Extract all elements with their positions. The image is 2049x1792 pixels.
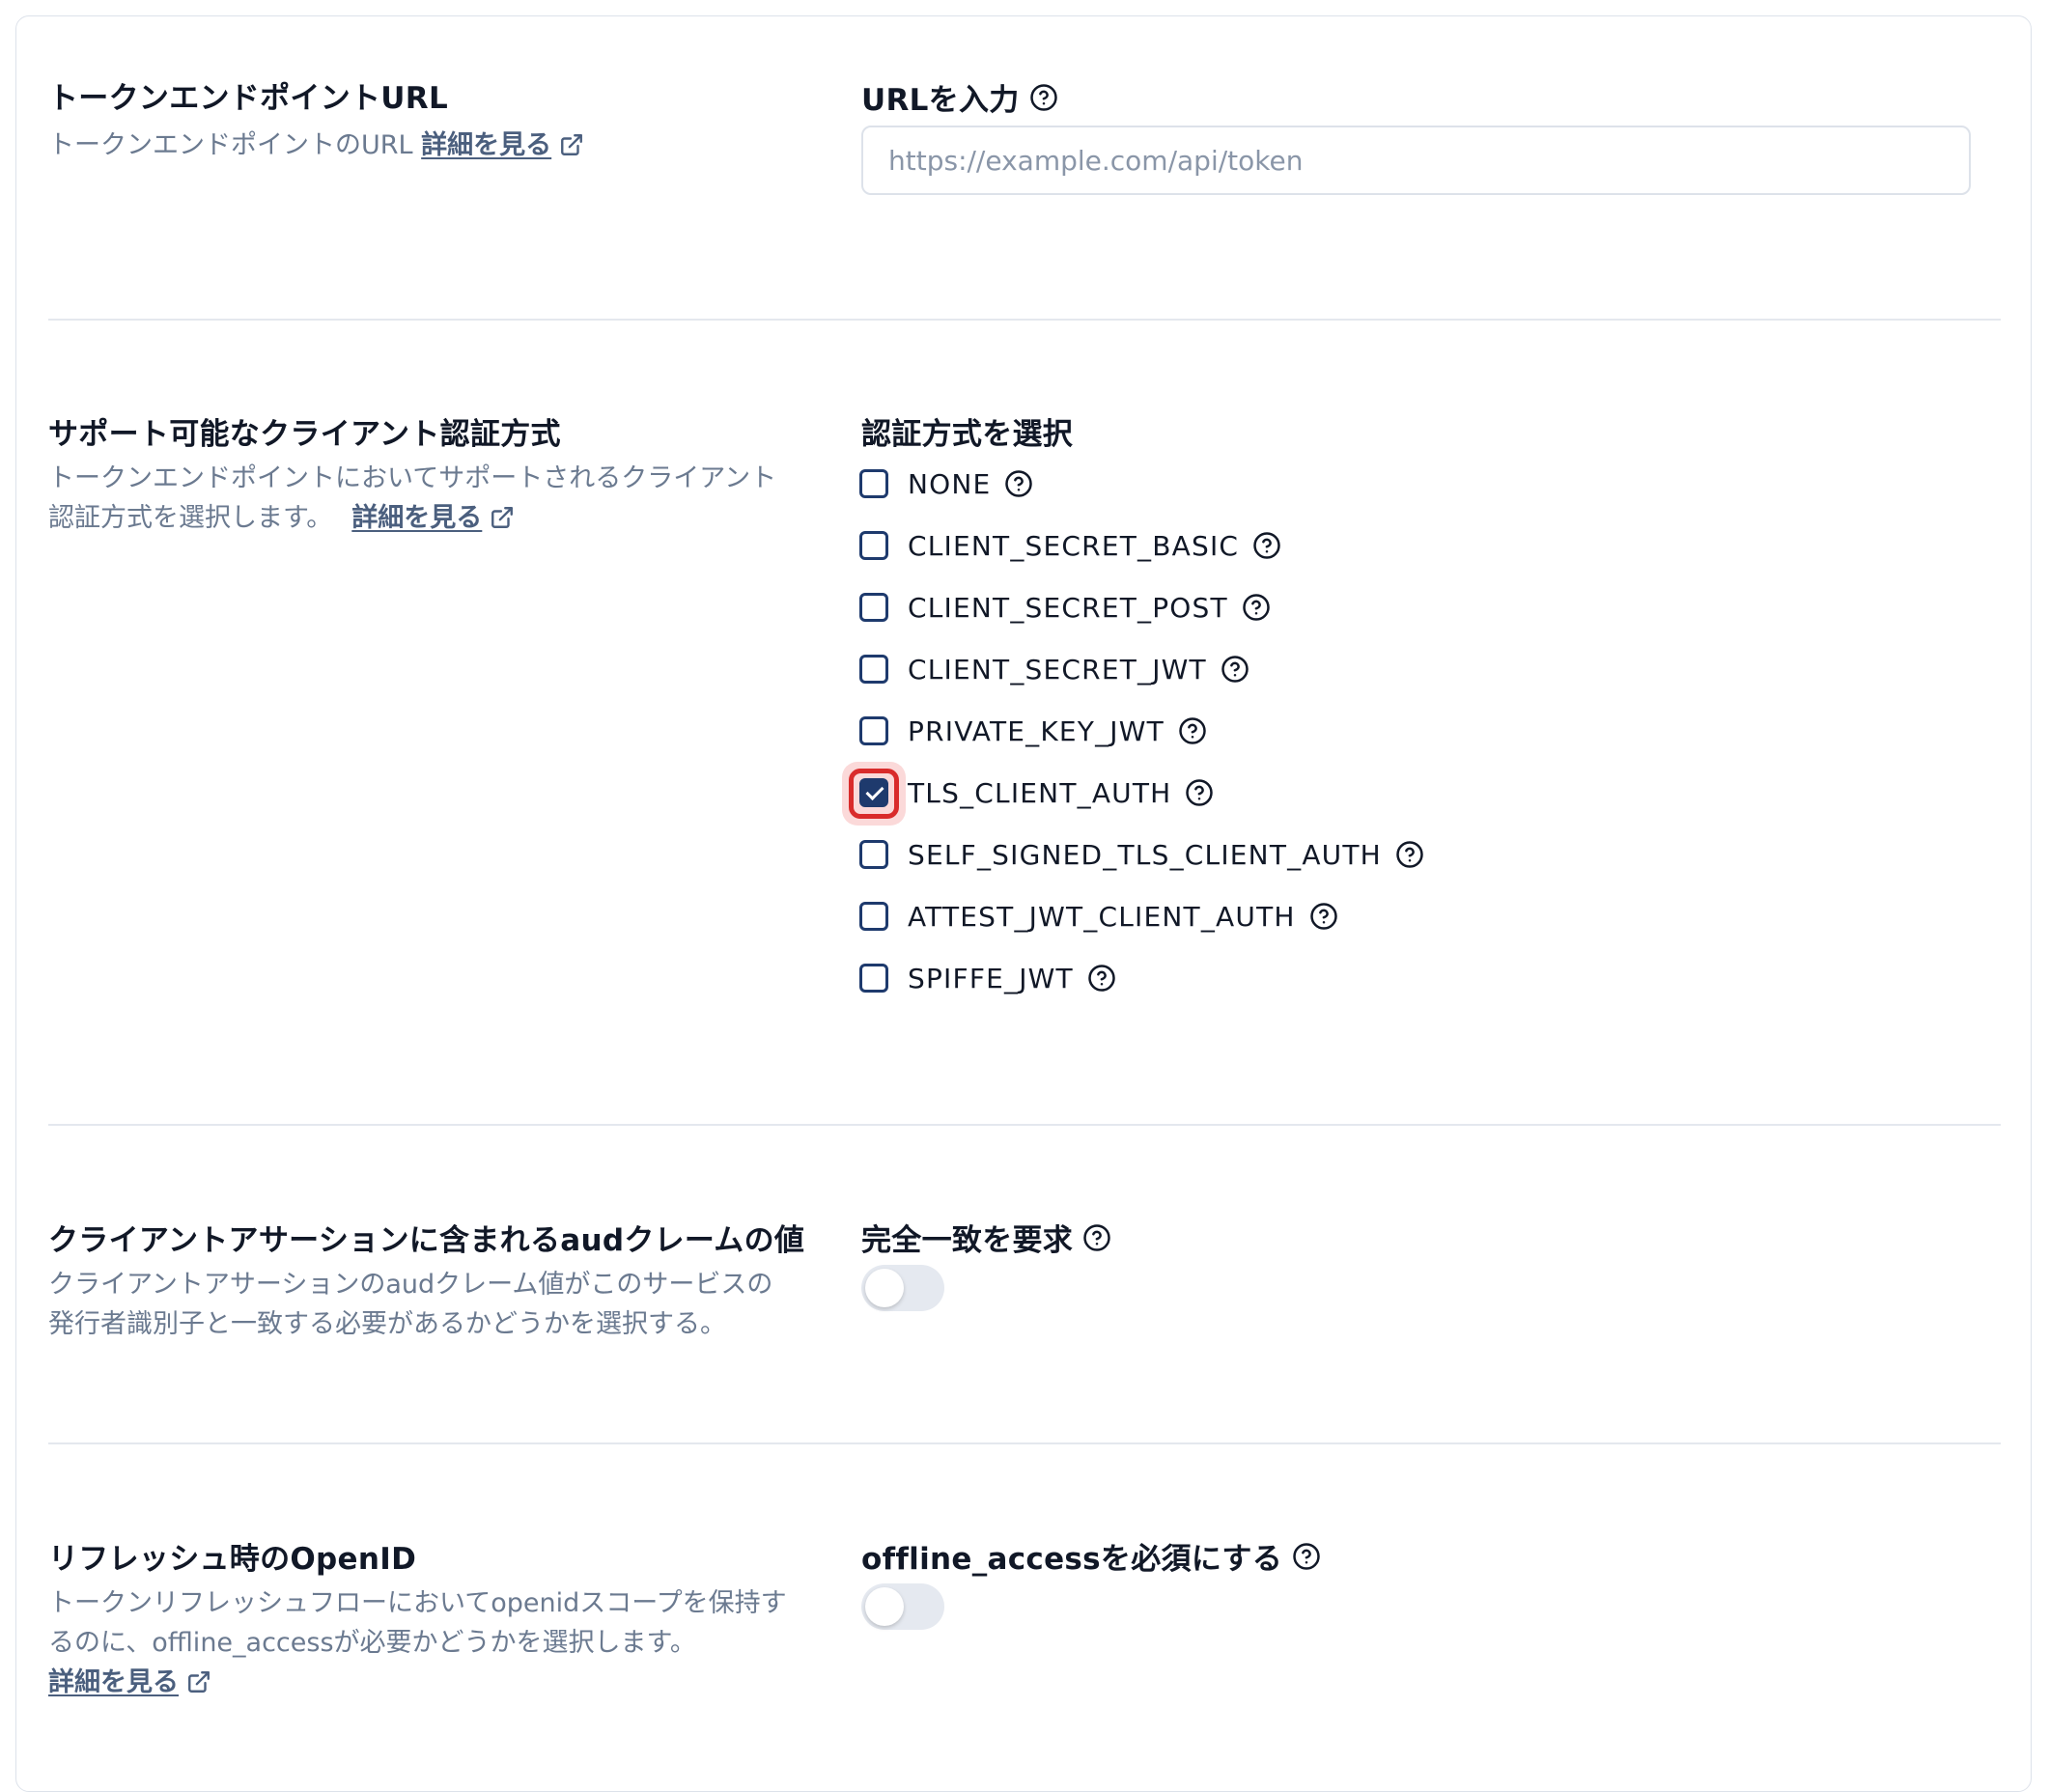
- refresh-openid-learn-more-link[interactable]: 詳細を見る: [48, 1667, 211, 1697]
- section-divider: [48, 319, 2001, 321]
- checkbox-wrapper: [859, 902, 888, 931]
- aud-claim-title: クライアントアサーションに含まれるaudクレームの値: [48, 1223, 805, 1258]
- url-field-label-text: URLを入力: [861, 83, 1020, 118]
- checkbox[interactable]: [859, 964, 888, 993]
- auth-methods-title: サポート可能なクライアント認証方式: [48, 417, 561, 452]
- refresh-openid-description: トークンリフレッシュフローにおいてopenidスコープを保持す るのに、offl…: [48, 1583, 821, 1702]
- auth-method-option-self-signed-tls-client-auth[interactable]: SELF_SIGNED_TLS_CLIENT_AUTH: [859, 835, 1424, 874]
- checkbox[interactable]: [859, 655, 888, 684]
- checkbox-wrapper: [859, 964, 888, 993]
- offline-access-toggle[interactable]: [861, 1583, 944, 1630]
- offline-access-field-label-text: offline_accessを必須にする: [861, 1542, 1283, 1577]
- toggle-knob: [865, 1587, 904, 1626]
- auth-method-option-client-secret-jwt[interactable]: CLIENT_SECRET_JWT: [859, 650, 1249, 688]
- question-circle-icon[interactable]: [1395, 840, 1424, 869]
- auth-methods-description-line2: 認証方式を選択します。: [48, 503, 333, 533]
- checkbox[interactable]: [859, 469, 888, 498]
- question-circle-icon[interactable]: [1292, 1542, 1321, 1571]
- learn-more-label: 詳細を見る: [48, 1667, 179, 1697]
- checkbox[interactable]: [859, 531, 888, 560]
- section-divider: [48, 1442, 2001, 1444]
- aud-claim-description-line1: クライアントアサーションのaudクレーム値がこのサービスの: [48, 1270, 773, 1300]
- refresh-openid-title: リフレッシュ時のOpenID: [48, 1542, 417, 1577]
- auth-method-option-client-secret-basic[interactable]: CLIENT_SECRET_BASIC: [859, 526, 1281, 565]
- checkbox-wrapper: [842, 762, 906, 826]
- question-circle-icon[interactable]: [1004, 469, 1033, 498]
- checkbox-label: PRIVATE_KEY_JWT: [908, 714, 1165, 747]
- checkbox-wrapper: [859, 655, 888, 684]
- question-circle-icon[interactable]: [1242, 593, 1271, 622]
- checkbox-wrapper: [859, 593, 888, 622]
- auth-methods-description-line1: トークンエンドポイントにおいてサポートされるクライアント: [48, 463, 777, 493]
- learn-more-label: 詳細を見る: [351, 503, 483, 533]
- auth-method-option-client-secret-post[interactable]: CLIENT_SECRET_POST: [859, 588, 1271, 627]
- checkbox-label: NONE: [908, 467, 992, 500]
- checkbox-wrapper: [859, 840, 888, 869]
- question-circle-icon[interactable]: [1087, 964, 1116, 993]
- exact-match-field-label: 完全一致を要求: [861, 1216, 1111, 1259]
- auth-methods-description-line2-row: 認証方式を選択します。 詳細を見る: [48, 498, 821, 538]
- token-endpoint-description: トークンエンドポイントのURL 詳細を見る: [48, 126, 821, 165]
- question-circle-icon[interactable]: [1185, 778, 1214, 807]
- checkbox-checked[interactable]: [859, 778, 888, 807]
- question-circle-icon[interactable]: [1029, 83, 1058, 112]
- auth-method-option-attest-jwt-client-auth[interactable]: ATTEST_JWT_CLIENT_AUTH: [859, 897, 1338, 936]
- checkbox[interactable]: [859, 840, 888, 869]
- auth-method-option-private-key-jwt[interactable]: PRIVATE_KEY_JWT: [859, 712, 1207, 750]
- url-field-label: URLを入力: [861, 75, 1058, 119]
- external-link-icon: [490, 505, 515, 530]
- external-link-icon: [186, 1669, 211, 1694]
- auth-methods-field-label: 認証方式を選択: [861, 409, 1073, 453]
- token-endpoint-url-input[interactable]: [861, 126, 1971, 195]
- question-circle-icon[interactable]: [1309, 902, 1338, 931]
- checkbox[interactable]: [859, 716, 888, 745]
- auth-methods-learn-more-link[interactable]: 詳細を見る: [351, 503, 515, 533]
- checkbox[interactable]: [859, 902, 888, 931]
- learn-more-label: 詳細を見る: [421, 130, 552, 160]
- auth-method-option-spiffe-jwt[interactable]: SPIFFE_JWT: [859, 959, 1116, 997]
- refresh-openid-description-line2: るのに、offline_accessが必要かどうかを選択します。: [48, 1628, 696, 1658]
- external-link-icon: [559, 132, 584, 157]
- checkbox-label: CLIENT_SECRET_POST: [908, 591, 1228, 624]
- auth-methods-field-label-text: 認証方式を選択: [861, 417, 1074, 452]
- checkbox-wrapper: [859, 716, 888, 745]
- token-endpoint-learn-more-link[interactable]: 詳細を見る: [421, 130, 584, 160]
- checkbox-label: SPIFFE_JWT: [908, 962, 1074, 994]
- auth-method-option-none[interactable]: NONE: [859, 464, 1033, 503]
- auth-method-option-tls-client-auth[interactable]: TLS_CLIENT_AUTH: [842, 762, 1214, 826]
- exact-match-field-label-text: 完全一致を要求: [861, 1223, 1074, 1258]
- checkbox-label: CLIENT_SECRET_BASIC: [908, 529, 1240, 562]
- toggle-knob: [865, 1269, 904, 1307]
- question-circle-icon[interactable]: [1252, 531, 1281, 560]
- offline-access-field-label: offline_accessを必須にする: [861, 1534, 1321, 1578]
- question-circle-icon[interactable]: [1082, 1223, 1111, 1252]
- checkbox-label: CLIENT_SECRET_JWT: [908, 653, 1207, 686]
- question-circle-icon[interactable]: [1178, 716, 1207, 745]
- exact-match-toggle[interactable]: [861, 1265, 944, 1311]
- checkbox-label: ATTEST_JWT_CLIENT_AUTH: [908, 900, 1296, 933]
- token-endpoint-description-text: トークンエンドポイントのURL: [48, 130, 413, 160]
- checkbox-wrapper: [859, 531, 888, 560]
- aud-claim-description: クライアントアサーションのaudクレーム値がこのサービスの 発行者識別子と一致す…: [48, 1265, 821, 1344]
- aud-claim-description-line2: 発行者識別子と一致する必要があるかどうかを選択する。: [48, 1309, 726, 1339]
- checkbox[interactable]: [859, 593, 888, 622]
- refresh-openid-description-line1: トークンリフレッシュフローにおいてopenidスコープを保持す: [48, 1588, 787, 1618]
- token-endpoint-title: トークンエンドポイントURL: [48, 81, 448, 116]
- auth-methods-description: トークンエンドポイントにおいてサポートされるクライアント 認証方式を選択します。…: [48, 459, 821, 538]
- checkbox-wrapper: [859, 469, 888, 498]
- checkbox-label: SELF_SIGNED_TLS_CLIENT_AUTH: [908, 838, 1382, 871]
- checkbox-label: TLS_CLIENT_AUTH: [908, 776, 1172, 809]
- question-circle-icon[interactable]: [1221, 655, 1249, 684]
- section-divider: [48, 1124, 2001, 1126]
